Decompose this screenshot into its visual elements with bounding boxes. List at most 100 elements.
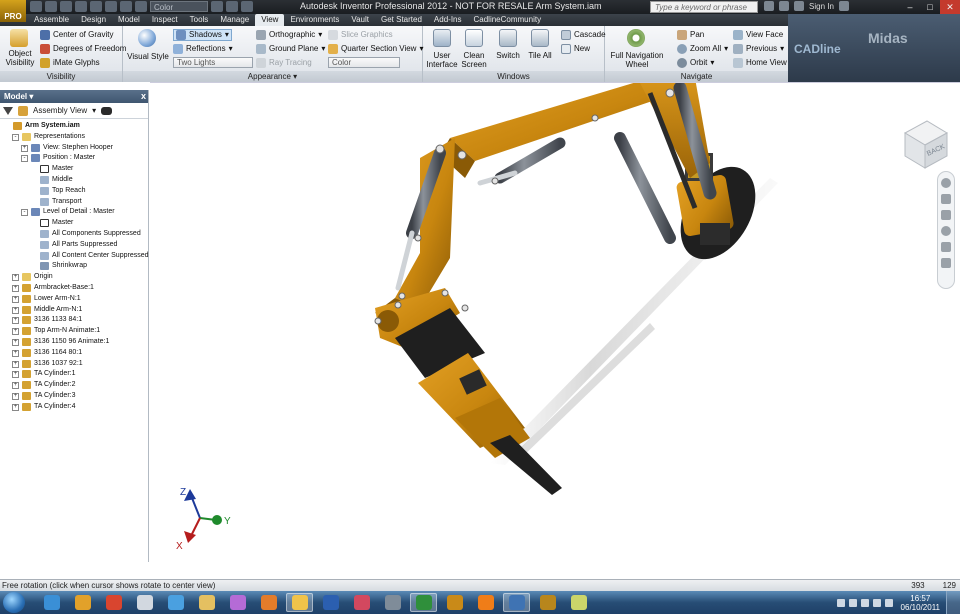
tab-assemble[interactable]: Assemble — [28, 14, 75, 26]
network-tray-icon[interactable] — [836, 598, 845, 607]
expand-icon[interactable]: + — [12, 403, 19, 411]
viewcube[interactable]: BACK — [895, 113, 955, 173]
tree-node[interactable]: - Representations — [0, 132, 148, 143]
switch-button[interactable]: Switch — [493, 51, 523, 60]
tab-design[interactable]: Design — [75, 14, 112, 26]
cascade-button[interactable]: Cascade — [561, 30, 606, 40]
expand-icon[interactable]: + — [12, 328, 19, 336]
volume-tray-icon[interactable] — [860, 598, 869, 607]
tree-node[interactable]: + Lower Arm-N:1 — [0, 294, 148, 305]
search-icon[interactable] — [764, 1, 774, 11]
tree-node[interactable]: +3136 1150 96 Animate:1 — [0, 337, 148, 348]
select-icon[interactable] — [135, 1, 147, 12]
tab-vault[interactable]: Vault — [345, 14, 375, 26]
sign-in-link[interactable]: Sign In — [809, 2, 834, 11]
tree-node[interactable]: - Level of Detail : Master — [0, 207, 148, 218]
user-interface-button[interactable]: User Interface — [425, 51, 459, 69]
new-icon[interactable] — [30, 1, 42, 12]
minimize-button[interactable]: – — [900, 0, 920, 14]
tab-model[interactable]: Model — [112, 14, 146, 26]
tree-node[interactable]: Top Reach — [0, 186, 148, 197]
explorer-icon[interactable] — [255, 593, 282, 612]
new-window-button[interactable]: New — [561, 44, 590, 54]
tree-node[interactable]: Arm System.iam — [0, 121, 148, 132]
steering-wheel-icon[interactable] — [941, 178, 951, 188]
tree-node[interactable]: + TA Cylinder:2 — [0, 380, 148, 391]
save-icon[interactable] — [60, 1, 72, 12]
quarter-section-view-button[interactable]: Quarter Section View ▾ — [328, 44, 423, 54]
open-icon[interactable] — [45, 1, 57, 12]
orbit-button[interactable]: Orbit ▾ — [677, 58, 714, 68]
tree-node[interactable]: + TA Cylinder:4 — [0, 402, 148, 413]
tree-node[interactable]: + Top Arm-N Animate:1 — [0, 326, 148, 337]
ground-plane-button[interactable]: Ground Plane ▾ — [256, 44, 325, 54]
fx-icon[interactable] — [211, 1, 223, 12]
object-visibility-button[interactable]: Object Visibility — [2, 49, 38, 67]
tree-node[interactable]: Middle — [0, 175, 148, 186]
orbit-icon[interactable] — [941, 226, 951, 236]
qat-color-select[interactable]: Color — [150, 1, 208, 12]
tree-node[interactable]: +3136 1133 84:1 — [0, 315, 148, 326]
assembly-view-select[interactable]: Assembly View — [33, 106, 87, 115]
find-icon[interactable] — [101, 106, 113, 115]
tree-node[interactable]: + Armbracket-Base:1 — [0, 283, 148, 294]
look-at-icon[interactable] — [941, 242, 951, 252]
degrees-of-freedom-button[interactable]: Degrees of Freedom — [40, 44, 126, 54]
collapse-icon[interactable]: - — [12, 133, 19, 141]
calc-icon[interactable] — [348, 593, 375, 612]
redo-icon[interactable] — [90, 1, 102, 12]
chrome-icon[interactable] — [69, 593, 96, 612]
inventor-icon[interactable] — [410, 593, 437, 612]
filter-icon[interactable] — [3, 106, 13, 115]
graphics-window[interactable]: BACK Z Y X — [150, 82, 960, 579]
pan-button[interactable]: Pan — [677, 30, 704, 40]
close-button[interactable]: ✕ — [940, 0, 960, 14]
expand-icon[interactable]: + — [12, 338, 19, 346]
flag-tray-icon[interactable] — [848, 598, 857, 607]
reflections-button[interactable]: Reflections ▾ — [173, 44, 233, 54]
measure-icon[interactable] — [226, 1, 238, 12]
search-input[interactable]: Type a keyword or phrase — [650, 1, 758, 13]
word-icon[interactable] — [286, 593, 313, 612]
tools-icon[interactable] — [100, 593, 127, 612]
expand-icon[interactable]: + — [12, 349, 19, 357]
tile-all-button[interactable]: Tile All — [525, 51, 555, 60]
expand-icon[interactable]: + — [12, 360, 19, 368]
maximize-button[interactable]: □ — [920, 0, 940, 14]
expand-icon[interactable]: + — [12, 371, 19, 379]
full-navigation-wheel-button[interactable]: Full Navigation Wheel — [607, 51, 667, 69]
home-view-button[interactable]: Home View — [733, 58, 787, 68]
subscription-icon[interactable] — [779, 1, 789, 11]
expand-icon[interactable]: + — [12, 382, 19, 390]
tree-node[interactable]: +3136 1037 92:1 — [0, 359, 148, 370]
show-desktop-button[interactable] — [946, 591, 960, 614]
tree-node[interactable]: +3136 1164 80:1 — [0, 348, 148, 359]
shadows-button[interactable]: Shadows ▾ — [173, 29, 232, 41]
display-icon[interactable] — [131, 593, 158, 612]
expand-icon[interactable]: + — [12, 295, 19, 303]
tab-get-started[interactable]: Get Started — [375, 14, 428, 26]
vlc-icon[interactable] — [441, 593, 468, 612]
tab-manage[interactable]: Manage — [214, 14, 255, 26]
tree-node[interactable]: - Position : Master — [0, 153, 148, 164]
media-icon[interactable] — [224, 593, 251, 612]
orthographic-button[interactable]: Orthographic ▾ — [256, 30, 322, 40]
browser-close-button[interactable]: x — [141, 90, 146, 103]
app-menu-button[interactable]: PRO — [0, 0, 26, 22]
color-select[interactable]: Color — [328, 57, 400, 68]
view-face-button[interactable]: View Face — [733, 30, 783, 40]
clock[interactable]: 16:57 06/10/2011 — [901, 594, 940, 612]
snip-icon[interactable] — [317, 593, 344, 612]
paint-icon[interactable] — [193, 593, 220, 612]
expand-icon[interactable]: + — [12, 274, 19, 282]
expand-icon[interactable]: + — [12, 306, 19, 314]
inventor-pro-icon[interactable] — [503, 593, 530, 612]
collapse-icon[interactable]: - — [21, 155, 28, 163]
lighting-select[interactable]: Two Lights — [173, 57, 253, 68]
start-button[interactable] — [3, 592, 25, 613]
network-icon[interactable] — [472, 593, 499, 612]
previous-view-button[interactable]: Previous ▾ — [733, 44, 784, 54]
ray-tracing-button[interactable]: Ray Tracing — [256, 58, 312, 68]
home-icon[interactable] — [105, 1, 117, 12]
expand-icon[interactable]: + — [12, 392, 19, 400]
